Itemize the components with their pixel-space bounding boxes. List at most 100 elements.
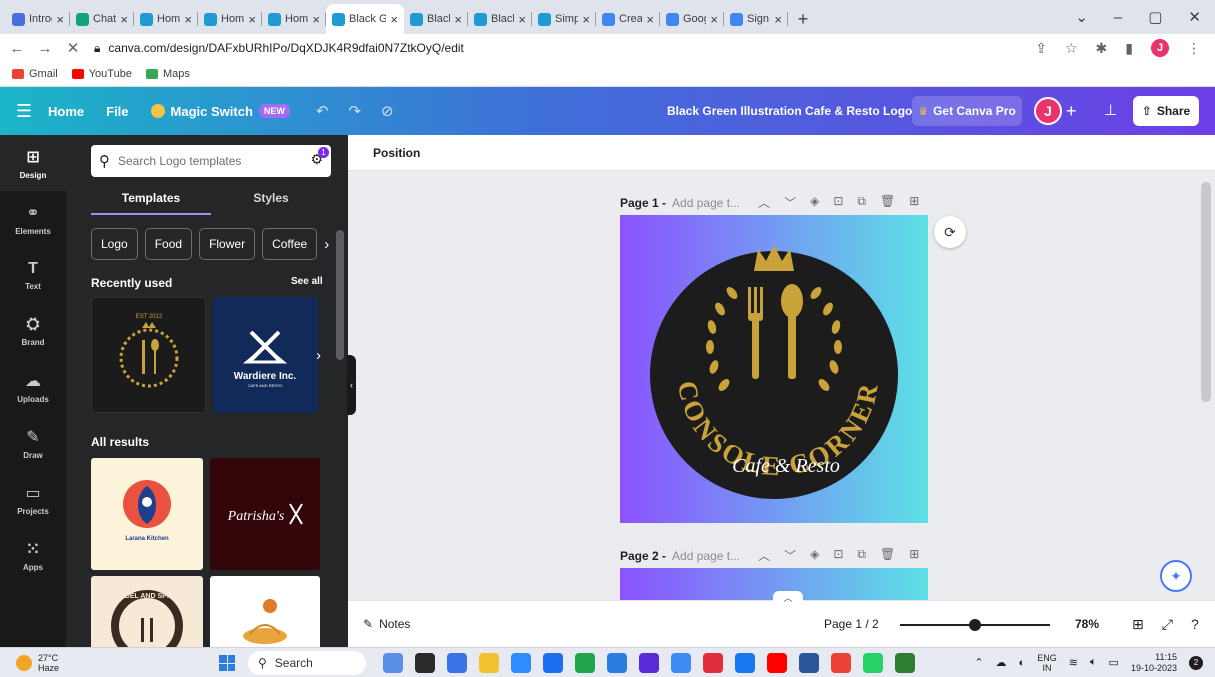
template-food-illustration[interactable] xyxy=(210,576,320,647)
page-2-hide-icon[interactable]: ◈ xyxy=(810,547,819,564)
notes-button[interactable]: ✎ Notes xyxy=(363,617,410,631)
taskbar-app-icon[interactable] xyxy=(415,653,435,673)
rail-item-design[interactable]: ⊞ Design xyxy=(0,135,66,191)
tab-styles[interactable]: Styles xyxy=(211,191,331,215)
tab-close-icon[interactable]: × xyxy=(582,12,590,27)
rail-item-draw[interactable]: ✎ Draw xyxy=(0,415,66,471)
taskbar-app-icon[interactable] xyxy=(863,653,883,673)
browser-tab[interactable]: Home× xyxy=(198,4,262,34)
rotate-refresh-button[interactable]: ⟳ xyxy=(934,216,966,248)
windows-start-icon[interactable] xyxy=(219,655,235,671)
browser-tab[interactable]: ChatGI× xyxy=(70,4,134,34)
see-all-link[interactable]: See all xyxy=(291,276,323,287)
hide-page-icon[interactable]: ◈ xyxy=(810,194,819,211)
page-down-icon[interactable]: ﹀ xyxy=(784,194,796,211)
side-panel-icon[interactable]: ▮ xyxy=(1125,40,1133,57)
rail-item-text[interactable]: T Text xyxy=(0,247,66,303)
rail-item-brand[interactable]: ⛭ Brand xyxy=(0,303,66,359)
grid-view-icon[interactable]: ⊞ xyxy=(1132,616,1144,633)
template-larana-kitchen[interactable]: Larana Kitchen xyxy=(91,458,203,570)
tab-close-icon[interactable]: × xyxy=(774,12,782,27)
browser-tab[interactable]: Black G × xyxy=(326,4,404,34)
tray-overflow-icon[interactable]: ⌃ xyxy=(974,656,983,669)
hamburger-menu-icon[interactable]: ☰ xyxy=(0,101,48,122)
position-button[interactable]: Position xyxy=(373,146,420,160)
tab-close-icon[interactable]: × xyxy=(518,12,526,27)
taskbar-app-icon[interactable] xyxy=(767,653,787,673)
collapse-panel-handle[interactable]: ‹ xyxy=(347,355,356,415)
forward-icon[interactable]: → xyxy=(34,40,56,57)
taskbar-app-icon[interactable] xyxy=(447,653,467,673)
tab-close-icon[interactable]: × xyxy=(454,12,462,27)
page-2-down-icon[interactable]: ﹀ xyxy=(784,547,796,564)
home-button[interactable]: Home xyxy=(48,104,84,119)
taskbar-app-icon[interactable] xyxy=(575,653,595,673)
fullscreen-icon[interactable]: ⤢ xyxy=(1162,616,1173,633)
recent-template-wardiere[interactable]: Wardiere Inc. CAFE AND RESTO xyxy=(213,297,318,413)
design-page-1[interactable]: CONSOLE CORNER Cafe & Resto xyxy=(620,215,928,523)
taskbar-search[interactable]: ⚲ Search xyxy=(248,651,366,675)
add-page-icon[interactable]: ⊞ xyxy=(909,194,919,211)
taskbar-app-icon[interactable] xyxy=(831,653,851,673)
canva-assistant-sparkle-button[interactable]: ✦ xyxy=(1160,560,1192,592)
close-window-icon[interactable]: ✕ xyxy=(1188,8,1201,26)
extensions-icon[interactable]: ✱ xyxy=(1096,40,1108,57)
delete-page-icon[interactable]: 🗑︎ xyxy=(880,194,895,211)
taskbar-app-icon[interactable] xyxy=(703,653,723,673)
minimize-icon[interactable]: – xyxy=(1114,9,1122,26)
browser-profile-avatar[interactable]: J xyxy=(1151,39,1169,57)
bookmark-star-icon[interactable]: ☆ xyxy=(1065,40,1078,57)
tab-close-icon[interactable]: × xyxy=(120,12,128,27)
template-patrisha[interactable]: Patrisha's xyxy=(210,458,320,570)
panel-scrollbar[interactable] xyxy=(336,230,344,360)
bookmark-item[interactable]: YouTube xyxy=(71,68,132,80)
share-page-icon[interactable]: ⇪ xyxy=(1035,40,1047,57)
chip-flower[interactable]: Flower xyxy=(199,228,256,260)
page-1-title-input[interactable]: Add page t... xyxy=(672,196,740,210)
recent-template-cafe[interactable]: EST 2012 xyxy=(91,297,206,413)
browser-tab[interactable]: Black C × xyxy=(468,4,532,34)
get-canva-pro-button[interactable]: ♛ Get Canva Pro xyxy=(912,96,1022,126)
notification-count-badge[interactable]: 2 xyxy=(1189,655,1203,670)
document-title[interactable]: Black Green Illustration Cafe & Resto Lo… xyxy=(667,104,912,118)
browser-tab[interactable]: Introdu × xyxy=(6,4,70,34)
magic-switch-button[interactable]: Magic Switch NEW xyxy=(150,104,290,119)
chip-coffee[interactable]: Coffee xyxy=(262,228,318,260)
taskbar-app-icon[interactable] xyxy=(511,653,531,673)
taskbar-app-icon[interactable] xyxy=(639,653,659,673)
page-2-duplicate-icon[interactable]: ⧉ xyxy=(857,547,866,564)
rail-item-apps[interactable]: ⁙ Apps xyxy=(0,527,66,583)
tab-close-icon[interactable]: × xyxy=(646,12,654,27)
taskbar-app-icon[interactable] xyxy=(383,653,403,673)
browser-tab[interactable]: Simple× xyxy=(532,4,596,34)
new-tab-button[interactable]: + xyxy=(788,4,818,34)
browser-tab[interactable]: Sign in × xyxy=(724,4,788,34)
invite-plus-icon[interactable]: + xyxy=(1066,101,1077,122)
taskbar-app-icon[interactable] xyxy=(895,653,915,673)
browser-tab[interactable]: Create× xyxy=(596,4,660,34)
page-indicator[interactable]: Page 1 / 2 xyxy=(824,617,879,631)
tab-close-icon[interactable]: × xyxy=(710,12,718,27)
rail-item-uploads[interactable]: ☁ Uploads xyxy=(0,359,66,415)
tab-close-icon[interactable]: × xyxy=(312,12,320,27)
tab-close-icon[interactable]: × xyxy=(56,12,64,27)
battery-icon[interactable]: ▭ xyxy=(1109,656,1119,669)
cloud-saved-icon[interactable]: ⊘ xyxy=(381,102,394,120)
rail-item-elements[interactable]: ⚭ Elements xyxy=(0,191,66,247)
template-fadel-and-spies[interactable]: FADEL AND SPIES xyxy=(91,576,203,647)
wifi-icon[interactable]: ≋ xyxy=(1069,656,1078,669)
rail-item-projects[interactable]: ▭ Projects xyxy=(0,471,66,527)
page-2-up-icon[interactable]: ︿ xyxy=(758,547,770,564)
tab-close-icon[interactable]: × xyxy=(248,12,256,27)
page-2-lock-icon[interactable]: ⊡ xyxy=(833,547,843,564)
taskbar-app-icon[interactable] xyxy=(671,653,691,673)
browser-tab[interactable]: Home× xyxy=(262,4,326,34)
taskbar-app-icon[interactable] xyxy=(607,653,627,673)
clock[interactable]: 11:15 19-10-2023 xyxy=(1131,652,1177,674)
page-2-title-input[interactable]: Add page t... xyxy=(672,549,740,563)
tab-close-icon[interactable]: × xyxy=(184,12,192,27)
url-field[interactable]: 🔒︎ canva.com/design/DAFxbURhIPo/DqXDJK4R… xyxy=(94,36,1035,60)
language-indicator[interactable]: ENG IN xyxy=(1037,653,1057,673)
file-menu-button[interactable]: File xyxy=(106,104,128,119)
share-button[interactable]: ⇧ Share xyxy=(1133,96,1199,126)
